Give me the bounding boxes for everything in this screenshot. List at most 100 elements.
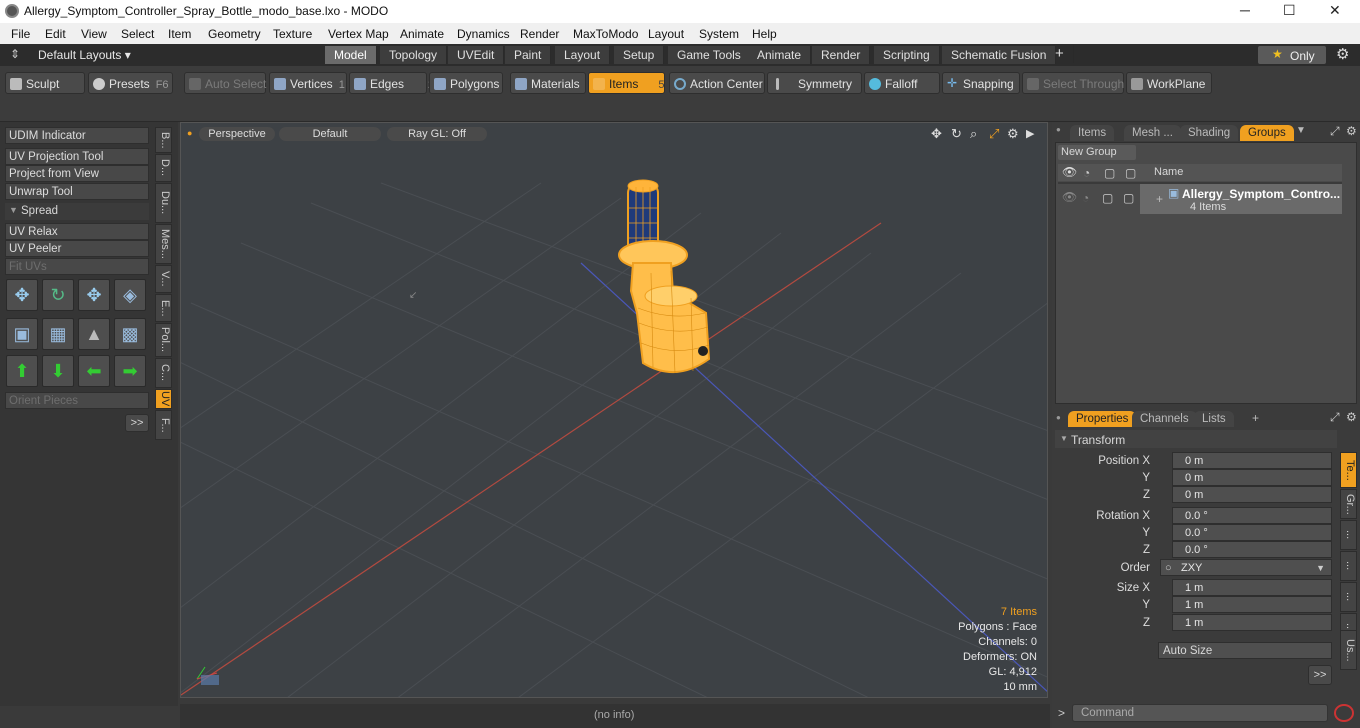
menu-view[interactable]: View <box>81 27 107 41</box>
viewport-settings-icon[interactable]: ⚙ <box>1007 126 1019 142</box>
polygons-button[interactable]: Polygons <box>429 72 503 94</box>
props-more-button[interactable]: >> <box>1308 665 1332 685</box>
menu-maxtomodo[interactable]: MaxToModo <box>573 27 638 41</box>
menu-render[interactable]: Render <box>520 27 559 41</box>
uv-box-icon[interactable]: ◈ <box>114 279 146 311</box>
row-select-checkbox[interactable]: ▢ <box>1123 191 1134 205</box>
vtab-v[interactable]: V... <box>155 265 172 293</box>
udim-indicator-button[interactable]: UDIM Indicator <box>5 127 149 144</box>
size-z-field[interactable]: 1 m <box>1172 614 1332 631</box>
uv-frame-icon[interactable]: ▩ <box>114 318 146 350</box>
rotation-x-field[interactable]: 0.0 ° <box>1172 507 1332 524</box>
uv-projection-tool-button[interactable]: UV Projection Tool <box>5 148 149 165</box>
maximize-button[interactable]: ☐ <box>1283 2 1296 19</box>
shading-dropdown[interactable]: Default <box>279 127 381 141</box>
new-group-button[interactable]: New Group <box>1058 145 1136 160</box>
tab-shading[interactable]: Shading <box>1180 125 1239 141</box>
size-x-field[interactable]: 1 m <box>1172 579 1332 596</box>
tab-channels[interactable]: Channels <box>1132 411 1197 427</box>
tab-paint[interactable]: Paint <box>505 46 552 64</box>
gear-icon[interactable]: ⚙ <box>1336 45 1349 63</box>
position-x-field[interactable]: 0 m <box>1172 452 1332 469</box>
auto-select-button[interactable]: Auto Select <box>184 72 266 94</box>
only-toggle[interactable]: ★ Only <box>1258 46 1326 64</box>
group-row[interactable]: ▣ Allergy_Symptom_Contro... 4 Items + <box>1140 184 1342 214</box>
size-y-field[interactable]: 1 m <box>1172 596 1332 613</box>
vtab-uv[interactable]: UV <box>155 389 172 409</box>
transform-section[interactable]: ▼ Transform <box>1055 430 1337 448</box>
menu-geometry[interactable]: Geometry <box>208 27 261 41</box>
tab-items[interactable]: Items <box>1070 125 1115 141</box>
arrow-up-icon[interactable]: ⬆ <box>6 355 38 387</box>
row-lock-checkbox[interactable]: ▢ <box>1102 191 1113 205</box>
tab-mesh[interactable]: Mesh ... <box>1124 125 1181 141</box>
menu-animate[interactable]: Animate <box>400 27 444 41</box>
vtab-d[interactable]: D... <box>155 154 172 182</box>
menu-layout[interactable]: Layout <box>648 27 684 41</box>
viewport-dot-icon[interactable]: ● <box>187 128 192 138</box>
panel-settings-icon[interactable]: ⚙ <box>1346 124 1357 138</box>
orient-pieces-button[interactable]: Orient Pieces <box>5 392 149 409</box>
vtab-4[interactable]: ... <box>1340 551 1357 581</box>
action-center-button[interactable]: Action Center <box>669 72 765 94</box>
tab-game-tools[interactable]: Game Tools <box>668 46 751 64</box>
presets-button[interactable]: Presets F6 <box>88 72 173 94</box>
raygl-toggle[interactable]: Ray GL: Off <box>387 127 487 141</box>
maximize-viewport-icon[interactable]: ⤢ <box>989 126 999 142</box>
arrow-right-icon[interactable]: ➡ <box>114 355 146 387</box>
3d-viewport[interactable]: ↙ ● Perspective Default Ray GL: Off ✥ ↻ … <box>180 122 1048 698</box>
uv-transform-icon[interactable]: ✥ <box>6 279 38 311</box>
menu-file[interactable]: File <box>11 27 30 41</box>
tab-model[interactable]: Model <box>325 46 377 64</box>
zoom-icon[interactable]: ⌕ <box>970 126 977 142</box>
uv-peeler-button[interactable]: UV Peeler <box>5 240 149 257</box>
project-from-view-button[interactable]: Project from View <box>5 165 149 182</box>
tab-lists[interactable]: Lists <box>1194 411 1234 427</box>
uv-relax-button[interactable]: UV Relax <box>5 223 149 240</box>
symmetry-button[interactable]: Symmetry <box>767 72 862 94</box>
snapping-button[interactable]: ✛ Snapping <box>942 72 1020 94</box>
select-icon[interactable]: ▢ <box>1125 166 1136 180</box>
minimize-button[interactable]: ─ <box>1240 2 1250 18</box>
command-input[interactable]: Command <box>1072 704 1328 722</box>
order-dropdown[interactable]: ○ ZXY ▼ <box>1160 559 1332 576</box>
viewport-menu-arrow-icon[interactable]: ▶ <box>1026 127 1034 140</box>
add-tab-button[interactable]: + <box>1046 45 1074 63</box>
tab-layout[interactable]: Layout <box>555 46 611 64</box>
menu-help[interactable]: Help <box>752 27 777 41</box>
row-render-icon[interactable]: ◔ <box>1082 191 1089 205</box>
edges-button[interactable]: Edges2 <box>349 72 434 94</box>
tab-scripting[interactable]: Scripting <box>874 46 940 64</box>
menu-item[interactable]: Item <box>168 27 191 41</box>
tab-uvedit[interactable]: UVEdit <box>448 46 505 64</box>
select-through-button[interactable]: Select Through <box>1022 72 1124 94</box>
position-z-field[interactable]: 0 m <box>1172 486 1332 503</box>
unwrap-tool-button[interactable]: Unwrap Tool <box>5 183 149 200</box>
vertices-button[interactable]: Vertices 1 <box>269 72 347 94</box>
vtab-gr[interactable]: Gr... <box>1340 489 1357 519</box>
expand-more-button[interactable]: >> <box>125 414 149 432</box>
vtab-5[interactable]: ... <box>1340 582 1357 612</box>
layout-arrows-icon[interactable]: ⇕ <box>10 47 20 61</box>
uv-rotate-icon[interactable]: ↻ <box>42 279 74 311</box>
vtab-c[interactable]: C... <box>155 358 172 388</box>
falloff-button[interactable]: Falloff <box>864 72 940 94</box>
vtab-mes[interactable]: Mes... <box>155 224 172 264</box>
materials-button[interactable]: Materials <box>510 72 586 94</box>
vtab-du[interactable]: Du... <box>155 183 172 223</box>
expand-panel-icon[interactable]: ⤢ <box>1330 124 1340 139</box>
position-y-field[interactable]: 0 m <box>1172 469 1332 486</box>
menu-edit[interactable]: Edit <box>45 27 66 41</box>
tab-schematic-fusion[interactable]: Schematic Fusion <box>942 46 1057 64</box>
menu-texture[interactable]: Texture <box>273 27 312 41</box>
tab-menu-arrow-icon[interactable]: ▼ <box>1296 125 1306 136</box>
arrow-left-icon[interactable]: ⬅ <box>78 355 110 387</box>
expand-props-icon[interactable]: ⤢ <box>1330 410 1340 425</box>
vtab-te[interactable]: Te... <box>1340 452 1357 488</box>
workplane-button[interactable]: WorkPlane <box>1126 72 1212 94</box>
tab-groups[interactable]: Groups <box>1240 125 1294 141</box>
sculpt-button[interactable]: Sculpt <box>5 72 85 94</box>
menu-dynamics[interactable]: Dynamics <box>457 27 510 41</box>
rotate-icon[interactable]: ↻ <box>951 126 962 142</box>
arrow-down-icon[interactable]: ⬇ <box>42 355 74 387</box>
